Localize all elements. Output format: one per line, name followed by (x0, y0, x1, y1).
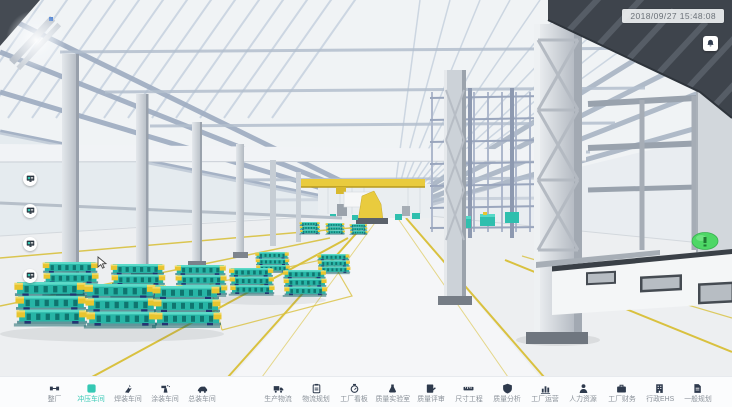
toolbar-item-label: 人力资源 (570, 395, 598, 402)
toolbar-item-chart[interactable]: 工厂运营 (527, 382, 563, 403)
side-panel-button-4[interactable] (23, 269, 37, 283)
toolbar-item-label: 冲压车间 (77, 395, 105, 402)
toolbar-group-modules: 生产物流 物流规划 工厂看板质量实验室质量评审 尺寸工程 质量分析 工厂运营 人力资源 工厂财… (260, 382, 716, 403)
toolbar-group-workshops: 整厂 冲压车间 焊装车间 涂装车间 总装车间 (36, 382, 220, 403)
toolbar-item-label: 涂装车间 (151, 395, 179, 402)
toolbar-item-assembly[interactable]: 总装车间 (184, 382, 220, 403)
dashboard-icon (26, 267, 35, 285)
ruler-icon (463, 382, 474, 394)
scene-graphics (0, 0, 732, 377)
shield-icon (502, 382, 513, 394)
stamping-icon (86, 382, 97, 394)
toolbar-item-gauge[interactable]: 工厂看板 (336, 382, 372, 403)
gauge-icon (349, 382, 360, 394)
toolbar-item-label: 质量实验室 (375, 395, 410, 402)
side-panel-button-1[interactable] (23, 172, 37, 186)
side-panel-button-2[interactable] (23, 204, 37, 218)
toolbar-item-label: 尺寸工程 (455, 395, 483, 402)
side-panel-button-3[interactable] (23, 237, 37, 251)
toolbar-item-clipboard[interactable]: 物流规划 (298, 382, 334, 403)
bottom-toolbar: 整厂 冲压车间 焊装车间 涂装车间 总装车间 生产物流 物流规划 工厂看板质量实验室质量评审… (0, 376, 732, 407)
toolbar-item-review[interactable]: 质量评审 (413, 382, 449, 403)
factory-icon (49, 382, 60, 394)
toolbar-item-welding[interactable]: 焊装车间 (110, 382, 146, 403)
toolbar-item-document[interactable]: 一般规划 (680, 382, 716, 403)
painting-icon (160, 382, 171, 394)
toolbar-item-label: 工厂运营 (531, 395, 559, 402)
toolbar-item-building[interactable]: 行政EHS (642, 382, 678, 403)
toolbar-item-stamping[interactable]: 冲压车间 (73, 382, 109, 403)
toolbar-item-label: 工厂财务 (608, 395, 636, 402)
assembly-icon (197, 382, 208, 394)
left-button-rail (23, 0, 37, 407)
toolbar-item-label: 焊装车间 (114, 395, 142, 402)
person-icon (578, 382, 589, 394)
welding-icon (123, 382, 134, 394)
factory-3d-viewport[interactable] (0, 0, 732, 377)
toolbar-item-painting[interactable]: 涂装车间 (147, 382, 183, 403)
flask-icon (387, 382, 398, 394)
dashboard-icon (26, 235, 35, 253)
toolbar-item-briefcase[interactable]: 工厂财务 (604, 382, 640, 403)
toolbar-item-factory[interactable]: 整厂 (36, 382, 72, 403)
timestamp: 2018/09/27 15:48:08 (622, 9, 724, 23)
toolbar-item-label: 一般规划 (684, 395, 712, 402)
toolbar-item-person[interactable]: 人力资源 (565, 382, 601, 403)
chart-icon (540, 382, 551, 394)
toolbar-item-ruler[interactable]: 尺寸工程 (451, 382, 487, 403)
bell-icon (706, 35, 715, 53)
toolbar-item-label: 生产物流 (264, 395, 292, 402)
toolbar-item-label: 整厂 (47, 395, 61, 402)
review-icon (425, 382, 436, 394)
dashboard-icon (26, 202, 35, 220)
toolbar-item-label: 物流规划 (302, 395, 330, 402)
dashboard-icon (26, 170, 35, 188)
notification-button[interactable] (703, 36, 718, 51)
toolbar-item-label: 行政EHS (646, 395, 674, 402)
toolbar-item-label: 工厂看板 (341, 395, 369, 402)
document-icon (692, 382, 703, 394)
truck-icon (273, 382, 284, 394)
toolbar-item-label: 质量分析 (493, 395, 521, 402)
clipboard-icon (311, 382, 322, 394)
digital-factory-app: 2018/09/27 15:48:08 整厂 冲压车间 焊装车间 涂装车间 总装车间 生… (0, 0, 732, 407)
building-icon (654, 382, 665, 394)
toolbar-item-truck[interactable]: 生产物流 (260, 382, 296, 403)
toolbar-item-label: 总装车间 (188, 395, 216, 402)
toolbar-item-shield[interactable]: 质量分析 (489, 382, 525, 403)
toolbar-item-label: 质量评审 (417, 395, 445, 402)
toolbar-item-flask[interactable]: 质量实验室 (375, 382, 411, 403)
briefcase-icon (616, 382, 627, 394)
alert-marker-green (692, 233, 718, 250)
